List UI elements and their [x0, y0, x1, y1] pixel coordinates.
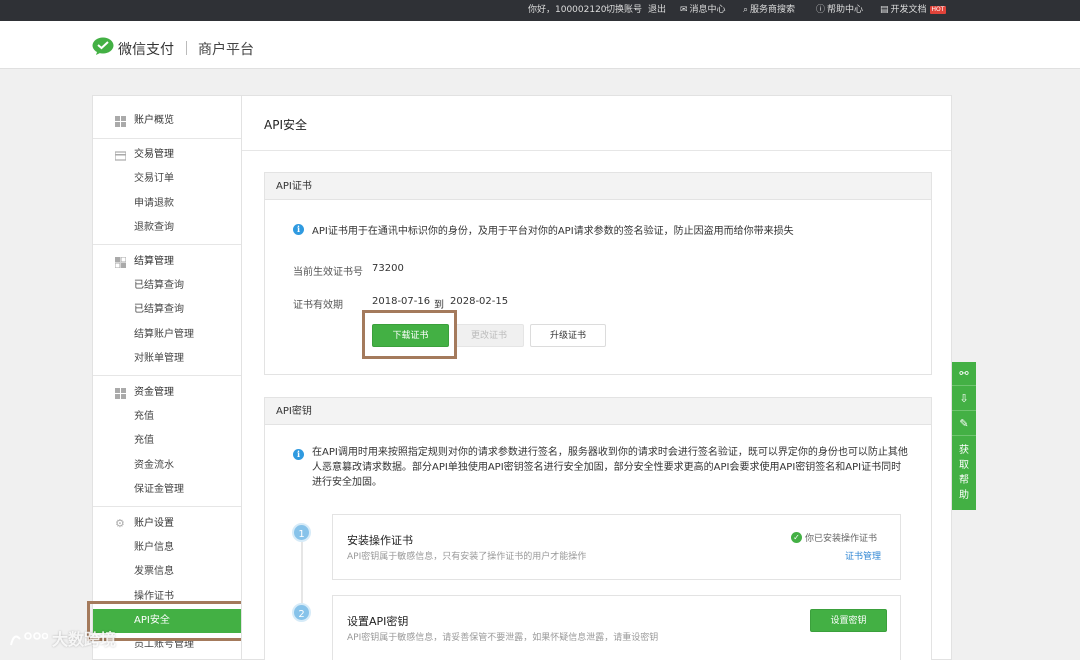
wechat-pay-logo-icon	[92, 37, 114, 55]
logout-link[interactable]: 退出	[648, 4, 666, 17]
sidebar-group-label: 账户设置	[134, 518, 174, 529]
sidebar-item-invoice-info[interactable]: 发票信息	[93, 560, 241, 584]
watermark: 大数跨境	[8, 626, 116, 650]
hot-badge: HOT	[929, 6, 947, 14]
sidebar-group-settings[interactable]: ⚙ 账户设置	[93, 512, 241, 536]
step-1-number: 1	[292, 523, 311, 542]
sidebar-item-label: 账户概览	[134, 115, 174, 126]
sidebar-item-account-info[interactable]: 账户信息	[93, 536, 241, 560]
service-search-link[interactable]: ⌕ 服务商搜索	[743, 4, 795, 17]
dev-docs-link[interactable]: ▤ 开发文档 HOT	[880, 4, 947, 17]
grid-icon	[115, 116, 126, 127]
sidebar-item-account-overview[interactable]: 账户概览	[93, 109, 241, 133]
sidebar-item-settled-query-2[interactable]: 已结算查询	[93, 298, 241, 322]
message-center-link[interactable]: ✉ 消息中心	[680, 4, 726, 17]
check-icon: ✓	[791, 532, 802, 543]
sidebar-group-settlement[interactable]: 结算管理	[93, 250, 241, 274]
sidebar-divider	[93, 138, 241, 139]
sidebar-item-recharge-2[interactable]: 充值	[93, 429, 241, 453]
api-cert-heading: API证书	[265, 173, 931, 200]
cert-to-word: 到	[434, 300, 444, 311]
download-highlight-annotation	[362, 310, 457, 359]
set-key-button[interactable]: 设置密钥	[810, 609, 887, 632]
help-center-label: 帮助中心	[827, 5, 864, 15]
help-float-bar: ⚯ ⇩ ✎ 获取帮助	[952, 362, 976, 510]
logo-divider	[186, 41, 187, 55]
sidebar-divider	[93, 244, 241, 245]
watermark-logo-icon	[10, 632, 48, 646]
grid-icon	[115, 388, 126, 399]
sidebar-group-label: 结算管理	[134, 256, 174, 267]
help-center-link[interactable]: ⓘ 帮助中心	[816, 4, 863, 17]
gear-icon: ⚙	[115, 517, 125, 530]
cert-valid-from: 2018-07-16	[372, 296, 431, 307]
card-icon	[115, 151, 126, 161]
sidebar-item-settlement-account[interactable]: 结算账户管理	[93, 323, 241, 347]
cert-valid-to: 2028-02-15	[450, 296, 509, 307]
mail-icon: ✉	[680, 5, 688, 15]
step-2-box: 设置API密钥 API密钥属于敏感信息，请妥善保管不要泄露，如果怀疑信息泄露，请…	[332, 595, 901, 660]
step-2-title: 设置API密钥	[347, 615, 409, 628]
change-cert-button[interactable]: 更改证书	[454, 324, 524, 347]
greeting: 你好，100002120	[528, 5, 607, 15]
sidebar-item-trade-orders[interactable]: 交易订单	[93, 167, 241, 191]
sidebar-divider	[93, 506, 241, 507]
sidebar-divider	[93, 375, 241, 376]
sidebar-item-settled-query[interactable]: 已结算查询	[93, 274, 241, 298]
sidebar-item-fund-flow[interactable]: 资金流水	[93, 454, 241, 478]
help-icon: ⓘ	[816, 5, 826, 15]
sidebar-item-apply-refund[interactable]: 申请退款	[93, 192, 241, 216]
cert-manage-link[interactable]: 证书管理	[845, 549, 881, 562]
sidebar-group-label: 交易管理	[134, 149, 174, 160]
sidebar-item-refund-query[interactable]: 退款查询	[93, 216, 241, 240]
page-title: API安全	[264, 118, 307, 132]
cert-validity-label: 证书有效期	[293, 300, 343, 311]
document-icon: ▤	[880, 5, 889, 15]
dev-docs-label: 开发文档	[890, 5, 927, 15]
watermark-text: 大数跨境	[52, 630, 117, 649]
api-key-info: 在API调用时用来按照指定规则对你的请求参数进行签名，服务器收到你的请求时会进行…	[312, 447, 908, 488]
message-center-label: 消息中心	[689, 5, 726, 15]
edit-icon[interactable]: ✎	[952, 412, 976, 436]
switch-account-link[interactable]: 切换账号	[606, 4, 642, 17]
top-bar: 你好，100002120 切换账号 退出 ✉ 消息中心 ⌕ 服务商搜索 ⓘ 帮助中心 …	[0, 0, 1080, 21]
sidebar-item-deposit[interactable]: 保证金管理	[93, 478, 241, 502]
cert-serial-value: 73200	[372, 263, 404, 274]
search-icon: ⌕	[743, 5, 749, 15]
title-divider	[242, 150, 951, 151]
link-icon[interactable]: ⚯	[952, 362, 976, 386]
service-search-label: 服务商搜索	[750, 5, 796, 15]
step-1-status: 你已安装操作证书	[805, 534, 878, 544]
step-2-desc: API密钥属于敏感信息，请妥善保管不要泄露，如果怀疑信息泄露，请重设密钥	[347, 633, 659, 643]
get-help-button[interactable]: 获取帮助	[957, 443, 971, 503]
brand-name: 微信支付	[118, 42, 174, 58]
header: 微信支付 商户平台	[0, 21, 1080, 69]
step-2-number: 2	[292, 603, 311, 622]
sidebar-item-statements[interactable]: 对账单管理	[93, 347, 241, 371]
cert-serial-label: 当前生效证书号	[293, 267, 363, 278]
sidebar: 账户概览 交易管理 交易订单 申请退款 退款查询 结算管理 已结算查询 已结算查…	[92, 95, 241, 660]
api-key-heading: API密钥	[265, 398, 931, 425]
sidebar-item-recharge[interactable]: 充值	[93, 405, 241, 429]
sidebar-group-funds[interactable]: 资金管理	[93, 381, 241, 405]
sidebar-group-label: 资金管理	[134, 387, 174, 398]
api-cert-info: API证书用于在通讯中标识你的身份，及用于平台对你的API请求参数的签名验证，防…	[312, 226, 794, 237]
step-1-desc: API密钥属于敏感信息，只有安装了操作证书的用户才能操作	[347, 552, 587, 562]
step-1-title: 安装操作证书	[347, 534, 413, 547]
info-icon: i	[293, 224, 304, 235]
info-icon: i	[293, 449, 304, 460]
step-connector	[301, 541, 303, 607]
step-1-box: 安装操作证书 API密钥属于敏感信息，只有安装了操作证书的用户才能操作 ✓ 你已…	[332, 514, 901, 580]
upgrade-cert-button[interactable]: 升级证书	[530, 324, 606, 347]
platform-name: 商户平台	[198, 42, 254, 58]
download-icon[interactable]: ⇩	[952, 387, 976, 411]
sidebar-group-trade[interactable]: 交易管理	[93, 143, 241, 167]
settlement-icon	[115, 257, 126, 268]
